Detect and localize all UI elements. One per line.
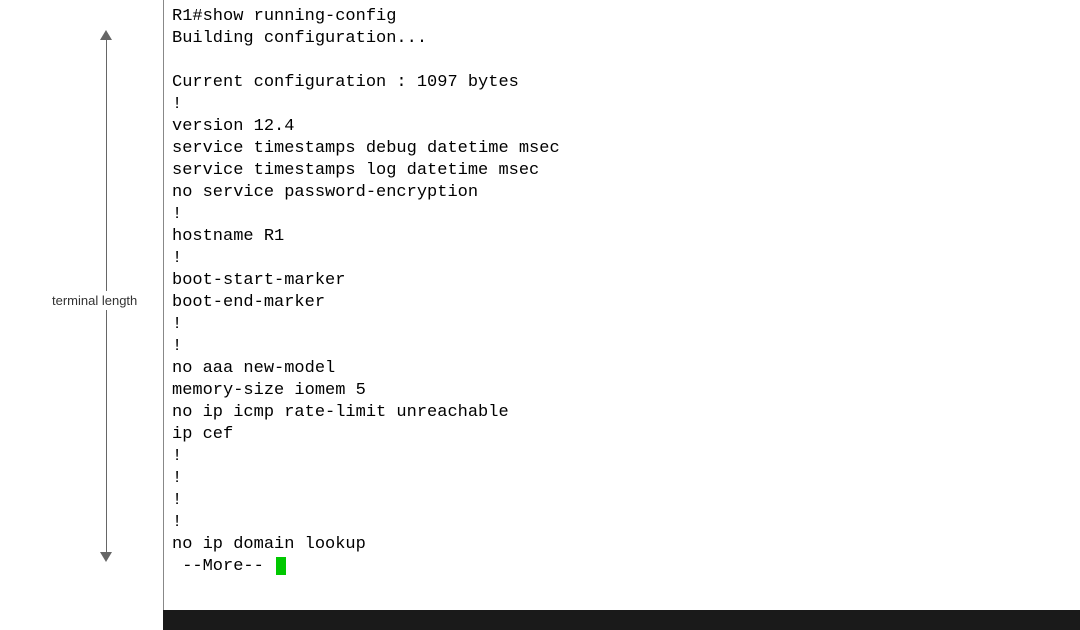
terminal-line: boot-end-marker	[172, 293, 325, 312]
terminal-line: !	[172, 249, 182, 268]
terminal-line: R1#show running-config	[172, 7, 396, 26]
terminal-line: no service password-encryption	[172, 183, 478, 202]
status-bar	[163, 610, 1080, 630]
terminal-line: service timestamps log datetime msec	[172, 161, 539, 180]
terminal-window[interactable]: R1#show running-config Building configur…	[163, 0, 1030, 610]
terminal-line: memory-size iomem 5	[172, 381, 366, 400]
terminal-line: !	[172, 491, 182, 510]
terminal-line: !	[172, 95, 182, 114]
terminal-line: version 12.4	[172, 117, 294, 136]
terminal-line: no ip domain lookup	[172, 535, 366, 554]
arrow-head-bottom-icon	[100, 552, 112, 562]
terminal-line: Current configuration : 1097 bytes	[172, 73, 519, 92]
terminal-line: no aaa new-model	[172, 359, 335, 378]
more-prompt[interactable]: --More--	[172, 557, 274, 576]
terminal-line: Building configuration...	[172, 29, 427, 48]
terminal-line: ip cef	[172, 425, 233, 444]
terminal-line: !	[172, 205, 182, 224]
annotation-sidebar: terminal length	[0, 0, 163, 610]
terminal-line: !	[172, 513, 182, 532]
terminal-output: R1#show running-config Building configur…	[164, 0, 1030, 584]
terminal-line: !	[172, 315, 182, 334]
terminal-line: boot-start-marker	[172, 271, 345, 290]
annotation-label: terminal length	[52, 291, 137, 310]
terminal-line: service timestamps debug datetime msec	[172, 139, 560, 158]
terminal-line: !	[172, 337, 182, 356]
cursor-icon	[276, 557, 286, 575]
terminal-line: !	[172, 469, 182, 488]
terminal-line: !	[172, 447, 182, 466]
terminal-line: no ip icmp rate-limit unreachable	[172, 403, 509, 422]
terminal-line: hostname R1	[172, 227, 284, 246]
